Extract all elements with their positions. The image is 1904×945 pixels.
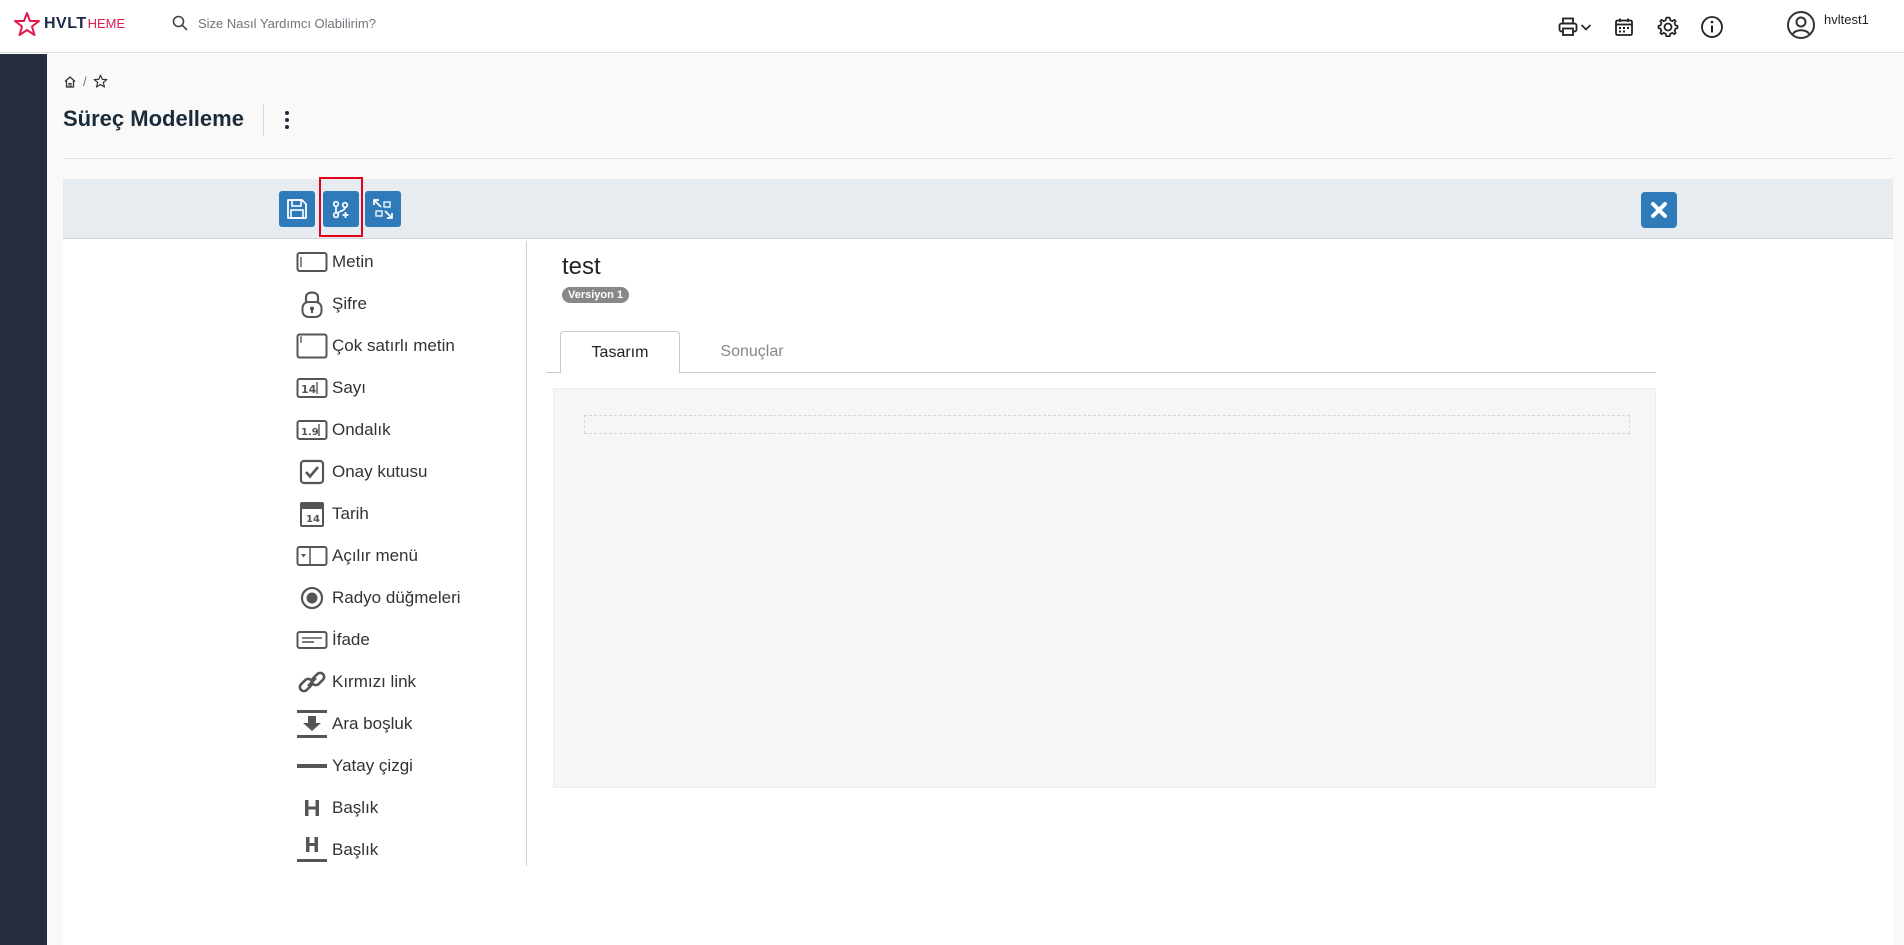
palette-item-baslik-2[interactable]: Başlık [295, 829, 515, 871]
hr-icon [295, 751, 329, 781]
tab-sonuclar[interactable]: Sonuçlar [691, 331, 813, 373]
expand-button[interactable] [365, 191, 401, 227]
search-box[interactable]: Size Nasıl Yardımcı Olabilirim? [172, 15, 376, 31]
chevron-down-icon [1580, 24, 1592, 31]
form-tabs: Tasarım Sonuçlar [546, 331, 1656, 374]
radio-icon [295, 583, 329, 613]
logo-text: HVLTHEME [44, 15, 126, 32]
top-bar: HVLTHEME Size Nasıl Yardımcı Olabilirim? [0, 0, 1904, 53]
palette-item-radyo-dugmeleri[interactable]: Radyo düğmeleri [295, 577, 515, 619]
version-badge: Versiyon 1 [562, 287, 630, 303]
palette-item-yatay-cizgi[interactable]: Yatay çizgi [295, 745, 515, 787]
close-icon [1651, 202, 1667, 218]
palette-item-acilir-menu[interactable]: Açılır menü [295, 535, 515, 577]
calendar-button[interactable] [1609, 12, 1639, 42]
design-canvas[interactable] [553, 388, 1656, 788]
gear-icon [1657, 16, 1679, 38]
user-menu[interactable]: hvltest1 [1786, 10, 1869, 40]
textarea-icon [295, 331, 329, 361]
lock-icon [295, 289, 329, 319]
info-icon [1701, 16, 1723, 38]
breadcrumb-separator: / [83, 74, 87, 89]
logo[interactable]: HVLTHEME [14, 12, 125, 36]
calendar-day-icon: 14 [295, 499, 329, 529]
palette-item-sayi[interactable]: 14 Sayı [295, 367, 515, 409]
palette-item-kirmizi-link[interactable]: Kırmızı link [295, 661, 515, 703]
svg-text:14: 14 [301, 383, 317, 396]
field-palette: Metin Şifre Çok satırlı metin 14 Sayı 1.… [295, 241, 527, 866]
kebab-icon[interactable] [279, 106, 295, 134]
page-title: Süreç Modelleme [63, 106, 244, 131]
palette-item-sifre[interactable]: Şifre [295, 283, 515, 325]
expand-icon [373, 199, 393, 219]
save-button[interactable] [279, 191, 315, 227]
number-icon: 14 [295, 373, 329, 403]
printer-icon [1558, 17, 1578, 36]
settings-button[interactable] [1653, 12, 1683, 42]
palette-item-tarih[interactable]: 14 Tarih [295, 493, 515, 535]
expression-icon [295, 625, 329, 655]
user-circle-icon [1787, 11, 1815, 39]
highlight-box [319, 177, 363, 237]
palette-item-ondalik[interactable]: 1.9 Ondalık [295, 409, 515, 451]
spacer-icon [295, 709, 329, 739]
title-divider [263, 104, 264, 136]
heading-icon [295, 793, 329, 823]
designer-panel: Metin Şifre Çok satırlı metin 14 Sayı 1.… [63, 177, 1893, 945]
star-logo-icon [14, 12, 40, 36]
main-content: / Süreç Modelleme Metin Şifre Çok satırl… [47, 54, 1904, 945]
form-name: test [562, 253, 601, 280]
form-designer: test Versiyon 1 Tasarım Sonuçlar [546, 241, 1656, 841]
palette-item-cok-satirli-metin[interactable]: Çok satırlı metin [295, 325, 515, 367]
palette-item-ifade[interactable]: İfade [295, 619, 515, 661]
home-icon[interactable] [63, 75, 77, 89]
star-icon[interactable] [93, 74, 108, 89]
checkbox-icon [295, 457, 329, 487]
designer-toolbar [63, 177, 1893, 239]
print-menu-button[interactable] [1555, 12, 1595, 42]
info-button[interactable] [1697, 12, 1727, 42]
close-button[interactable] [1641, 192, 1677, 228]
decimal-icon: 1.9 [295, 415, 329, 445]
drop-zone[interactable] [584, 415, 1630, 434]
svg-text:14: 14 [306, 514, 320, 525]
user-name: hvltest1 [1824, 12, 1869, 27]
search-input[interactable]: Size Nasıl Yardımcı Olabilirim? [198, 16, 376, 31]
divider [63, 158, 1893, 159]
left-sidebar [0, 54, 47, 945]
palette-item-onay-kutusu[interactable]: Onay kutusu [295, 451, 515, 493]
textbox-icon [295, 247, 329, 277]
palette-item-metin[interactable]: Metin [295, 241, 515, 283]
dropdown-icon [295, 541, 329, 571]
tab-tasarim[interactable]: Tasarım [560, 331, 680, 374]
breadcrumb: / [63, 74, 108, 89]
floppy-icon [287, 199, 307, 219]
calendar-icon [1615, 18, 1633, 36]
heading-underlined-icon [295, 835, 329, 865]
link-icon [295, 667, 329, 697]
search-icon [172, 15, 188, 31]
palette-item-baslik[interactable]: Başlık [295, 787, 515, 829]
svg-text:1.9: 1.9 [301, 427, 319, 438]
palette-item-ara-bosluk[interactable]: Ara boşluk [295, 703, 515, 745]
